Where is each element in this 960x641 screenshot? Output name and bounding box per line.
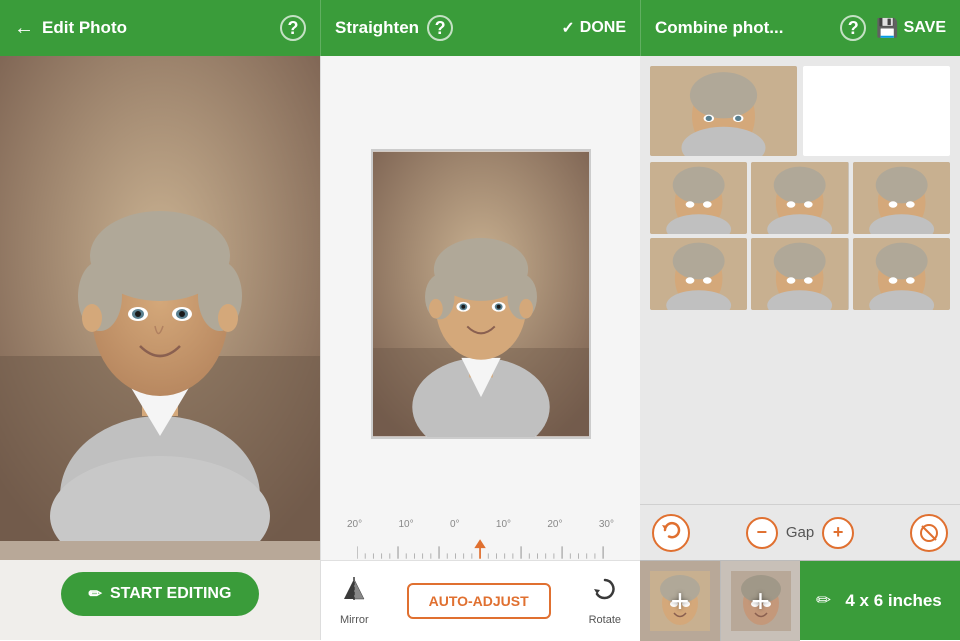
photo-grid-row2 xyxy=(650,162,950,234)
mirror-icon xyxy=(340,575,368,610)
undo-icon xyxy=(661,520,681,545)
add-icon-2: + xyxy=(751,583,770,620)
middle-panel-title: Straighten xyxy=(335,18,419,38)
grid-photo-1 xyxy=(650,66,797,156)
auto-adjust-button[interactable]: AUTO-ADJUST xyxy=(407,583,551,619)
start-editing-button[interactable]: ✏ START EDITING xyxy=(61,572,260,616)
add-photo-slot-2[interactable]: + xyxy=(720,561,800,641)
mirror-tool[interactable]: Mirror xyxy=(340,575,369,626)
done-check-icon: ✓ xyxy=(561,18,574,38)
ruler-label-0: 0° xyxy=(450,519,460,530)
ruler-label-pos10: 10° xyxy=(496,519,511,530)
right-help-button[interactable]: ? xyxy=(840,15,866,41)
bottom-strip: + + ✏ 4 x 6 inches xyxy=(640,560,960,640)
size-bar: ✏ 4 x 6 inches xyxy=(800,561,960,640)
gap-label: Gap xyxy=(786,524,814,541)
grid-photo-6 xyxy=(650,238,747,310)
straighten-photo-area xyxy=(321,56,640,515)
photo-grid-row3 xyxy=(650,238,950,310)
save-button[interactable]: 💾 SAVE xyxy=(876,18,946,39)
start-editing-label: START EDITING xyxy=(110,585,231,603)
ruler-label-neg10: 10° xyxy=(398,519,413,530)
middle-panel: 20° 10° 0° 10° 20° 30° ruler ticks xyxy=(320,56,640,640)
back-button[interactable]: ← xyxy=(14,17,34,40)
grid-photo-8 xyxy=(853,238,950,310)
combine-photo-area xyxy=(640,56,960,504)
grid-photo-2-blank xyxy=(803,66,950,156)
done-label: DONE xyxy=(580,19,626,37)
undo-button[interactable] xyxy=(652,514,690,552)
gap-decrease-button[interactable]: − xyxy=(746,517,778,549)
rotate-label: Rotate xyxy=(589,614,621,626)
combine-controls-bar: − Gap + xyxy=(640,504,960,560)
rotate-tool[interactable]: Rotate xyxy=(589,575,621,626)
ruler-label-pos20: 20° xyxy=(547,519,562,530)
photo-grid-row1 xyxy=(650,66,950,156)
left-help-button[interactable]: ? xyxy=(280,15,306,41)
straighten-photo-frame xyxy=(371,149,591,439)
ruler-area[interactable]: 20° 10° 0° 10° 20° 30° ruler ticks xyxy=(321,515,640,560)
done-button[interactable]: ✓ DONE xyxy=(561,18,626,38)
left-panel: ✏ START EDITING xyxy=(0,56,320,640)
right-panel: − Gap + xyxy=(640,56,960,640)
straighten-portrait xyxy=(373,149,589,439)
right-toolbar: Combine phot... ? 💾 SAVE xyxy=(640,0,960,56)
grid-photo-4 xyxy=(751,162,848,234)
add-photo-slot-1[interactable]: + xyxy=(640,561,720,641)
ruler-label-neg20: 20° xyxy=(347,519,362,530)
no-border-button[interactable] xyxy=(910,514,948,552)
bottom-tools-bar: Mirror AUTO-ADJUST Rotate xyxy=(321,560,640,640)
save-disk-icon: 💾 xyxy=(876,18,898,39)
no-border-icon xyxy=(919,523,939,543)
left-toolbar: ← Edit Photo ? xyxy=(0,0,320,56)
size-label: 4 x 6 inches xyxy=(843,591,944,611)
right-panel-title: Combine phot... xyxy=(655,18,783,38)
grid-photo-7 xyxy=(751,238,848,310)
size-edit-pencil-icon[interactable]: ✏ xyxy=(816,590,831,611)
middle-toolbar: Straighten ? ✓ DONE xyxy=(320,0,640,56)
ruler-labels: 20° 10° 0° 10° 20° 30° xyxy=(337,519,624,530)
grid-photo-5 xyxy=(853,162,950,234)
gap-increase-button[interactable]: + xyxy=(822,517,854,549)
save-label: SAVE xyxy=(904,19,946,37)
edit-pencil-icon: ✏ xyxy=(89,584,102,604)
grid-photo-3 xyxy=(650,162,747,234)
left-portrait-image xyxy=(0,56,320,541)
middle-help-button[interactable]: ? xyxy=(427,15,453,41)
add-icon-1: + xyxy=(671,583,690,620)
ruler-ticks: ruler ticks xyxy=(337,530,624,560)
ruler-label-pos30: 30° xyxy=(599,519,614,530)
mirror-label: Mirror xyxy=(340,614,369,626)
auto-adjust-label: AUTO-ADJUST xyxy=(429,593,529,609)
gap-control: − Gap + xyxy=(746,517,854,549)
rotate-icon xyxy=(591,575,619,610)
left-panel-title: Edit Photo xyxy=(42,18,127,38)
left-photo xyxy=(0,56,320,560)
